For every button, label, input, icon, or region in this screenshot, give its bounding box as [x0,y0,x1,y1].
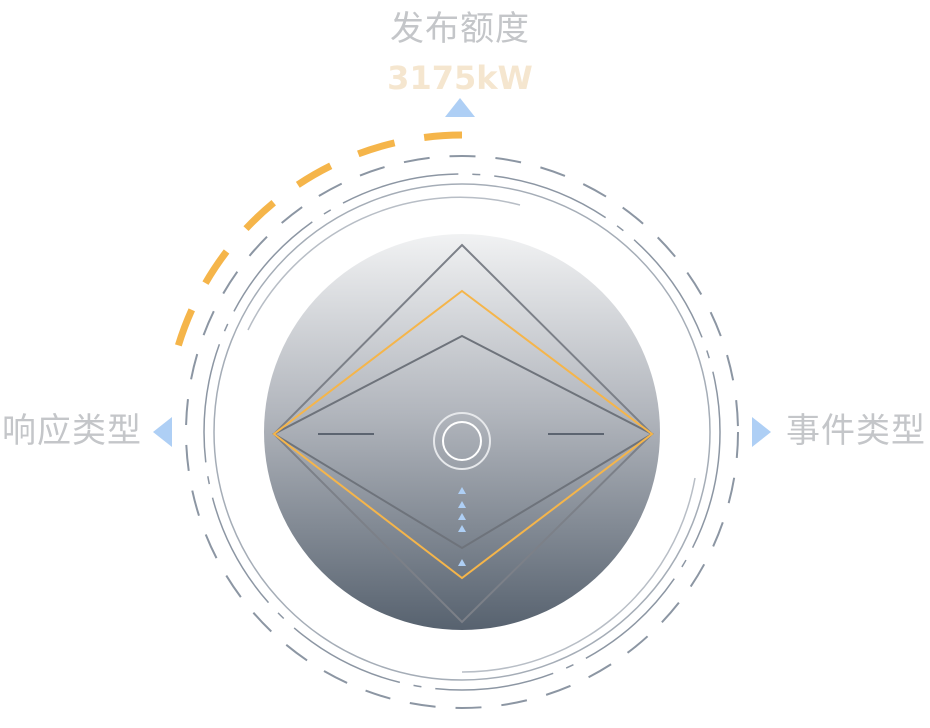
left-pointer-icon [153,417,172,447]
response-type-label: 响应类型 [2,411,142,451]
release-quota-title: 发布额度 [390,9,530,49]
release-quota-value: 3175kW [387,59,533,97]
top-pointer-icon [445,98,475,117]
radar-graphic [153,98,771,709]
radar-disc [264,234,660,630]
right-pointer-icon [752,417,771,447]
event-type-label: 事件类型 [786,411,926,451]
